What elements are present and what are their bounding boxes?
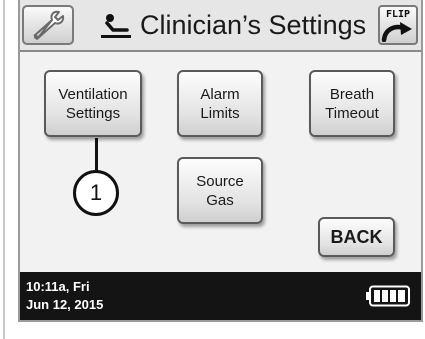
- flip-arrow-icon: [381, 22, 412, 43]
- page-title: Clinician’s Settings: [140, 10, 367, 40]
- source-gas-button[interactable]: Source Gas: [177, 157, 263, 224]
- callout-leader-line: [95, 138, 98, 172]
- settings-button[interactable]: [22, 5, 74, 45]
- alarm-limits-button[interactable]: Alarm Limits: [177, 70, 263, 137]
- page-margin-rule: [3, 0, 5, 339]
- clinician-icon: [101, 14, 131, 38]
- title-bar: Clinician’s Settings FLIP: [20, 0, 421, 52]
- status-time-day: 10:11a, Fri: [26, 279, 90, 294]
- battery-full-icon: [366, 285, 410, 307]
- back-button[interactable]: BACK: [318, 217, 395, 257]
- status-date: Jun 12, 2015: [26, 297, 104, 312]
- wrench-icon: [33, 10, 65, 40]
- flip-label: FLIP: [385, 9, 411, 20]
- callout-marker: 1: [73, 170, 119, 216]
- status-bar: 10:11a, Fri Jun 12, 2015: [20, 272, 421, 320]
- ventilation-settings-button[interactable]: Ventilation Settings: [44, 70, 142, 137]
- flip-button[interactable]: FLIP: [378, 5, 418, 45]
- breath-timeout-button[interactable]: Breath Timeout: [309, 70, 395, 137]
- device-screen: Clinician’s Settings FLIP Ventilation Se…: [18, 0, 423, 322]
